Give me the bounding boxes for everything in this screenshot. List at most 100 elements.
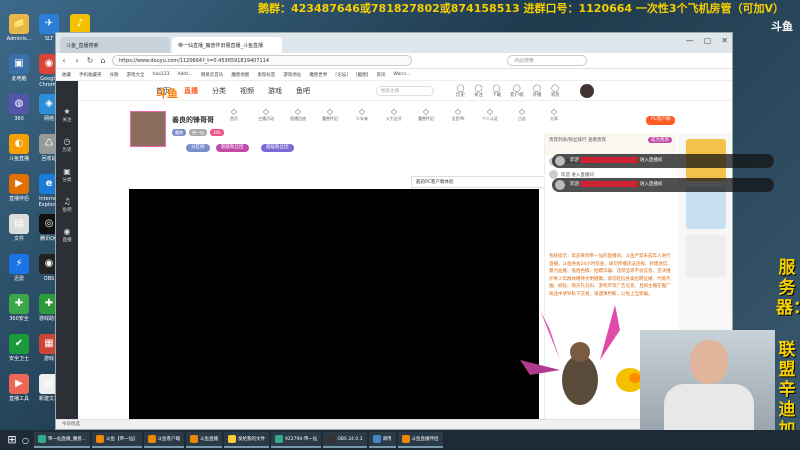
refresh-icon[interactable]: ↻: [86, 56, 94, 65]
search-icon[interactable]: ○: [22, 436, 32, 445]
desktop-icon[interactable]: ◍ 360: [2, 94, 36, 122]
bookmark-item[interactable]: 魔兽世界: [309, 72, 327, 78]
desktop-icon[interactable]: ▤ 文件: [2, 214, 36, 242]
url-input[interactable]: https://www.douyu.com/1120664?_t=0.45365…: [112, 55, 412, 66]
bookmark-item[interactable]: Warcr...: [393, 72, 410, 77]
site-search-input[interactable]: 搜索主播: [376, 85, 434, 96]
room-tool[interactable]: ◇ 分享: [543, 107, 565, 122]
header-icon[interactable]: ◯ 关注: [474, 84, 483, 98]
taskbar-item[interactable]: 发给我的文件: [224, 432, 270, 448]
sidebar-item[interactable]: ♫ 鱼吧: [56, 197, 78, 213]
browser-search-input[interactable]: 点此搜索: [507, 55, 587, 66]
ad-banner[interactable]: [686, 187, 726, 229]
sidebar-item[interactable]: ★ 关注: [56, 107, 78, 123]
taskbar-item[interactable]: OBS 24.0.3: [323, 432, 367, 448]
back-icon[interactable]: ‹: [60, 56, 68, 65]
header-icon[interactable]: ◯ 消息: [551, 84, 560, 98]
sidebar-icon: ◉: [63, 227, 71, 236]
desktop-icon[interactable]: 📁 Adminis...: [2, 14, 36, 42]
taskbar-item[interactable]: 斗鱼直播伴侣: [397, 432, 443, 448]
app-icon: ▤: [9, 214, 29, 234]
nav-item[interactable]: 分类: [212, 86, 226, 96]
desktop-icon[interactable]: ⚡ 迅雷: [2, 254, 36, 282]
room-tags: 魔兽 帝一仙 306: [172, 129, 224, 136]
room-tool[interactable]: ◇ 日志: [511, 107, 533, 122]
become-vip-button[interactable]: 成为贵宾: [648, 137, 672, 143]
room-tool[interactable]: ◇ 火力全开: [383, 107, 405, 122]
fan-club-pill-2[interactable]: 超级粉丝团: [261, 144, 294, 152]
room-tool[interactable]: ◇ 少年来: [351, 107, 373, 122]
douyu-logo[interactable]: 斗鱼: [156, 85, 178, 101]
taskbar-item[interactable]: 922790-帝一仙: [271, 432, 322, 448]
anchor-avatar[interactable]: [130, 111, 166, 147]
tab-live-room[interactable]: 帝一仙直播_魔兽怀旧服直播_斗鱼直播: [172, 37, 282, 53]
desktop-icon-label: 文件: [13, 236, 24, 242]
bookmark-item[interactable]: [截图]: [356, 72, 369, 78]
bookmark-item[interactable]: 游戏大全: [127, 72, 145, 78]
video-player[interactable]: [129, 189, 539, 421]
rank-pill[interactable]: 分区榜: [186, 144, 210, 152]
desktop-icon[interactable]: ✚ 360安全: [2, 294, 36, 322]
bookmark-item[interactable]: [论坛]: [335, 72, 348, 78]
ad-banner[interactable]: [686, 235, 726, 277]
windows-start-icon[interactable]: ⊞: [4, 432, 20, 448]
taskbar-label: 调用: [382, 437, 392, 442]
nav-item[interactable]: 鱼吧: [296, 86, 310, 96]
user-avatar[interactable]: [579, 83, 594, 98]
desktop-icon[interactable]: ▣ 此电脑: [2, 54, 36, 82]
taskbar-item[interactable]: 斗鱼【帝一仙】: [92, 432, 142, 448]
app-icon: [38, 435, 46, 443]
nav-item[interactable]: 视频: [240, 86, 254, 96]
taskbar-item[interactable]: 帝一仙直播_魔兽...: [34, 432, 91, 448]
room-tool[interactable]: ◇ 主播活动: [255, 107, 277, 122]
bookmark-item[interactable]: 手机收藏夹: [79, 72, 102, 78]
bookmark-item[interactable]: Adds...: [177, 72, 192, 77]
sidebar-item[interactable]: ◉ 直播: [56, 227, 78, 243]
header-icon[interactable]: ◯ 历史: [456, 84, 465, 98]
desktop-icon[interactable]: ▶ 直播工具: [2, 374, 36, 402]
bookmark-item[interactable]: 收藏: [62, 72, 71, 78]
header-icon[interactable]: ◯ 下载: [492, 84, 501, 98]
maximize-icon[interactable]: ▢: [704, 36, 712, 45]
room-tool[interactable]: ◇ 魔兽怀旧: [319, 107, 341, 122]
taskbar-label: 斗鱼【帝一仙】: [106, 437, 138, 442]
close-icon[interactable]: ✕: [721, 36, 728, 45]
room-tag[interactable]: 魔兽: [172, 129, 186, 136]
minimize-icon[interactable]: —: [686, 36, 694, 45]
pc-client-button[interactable]: PC客户端: [646, 116, 676, 125]
bookmark-item[interactable]: 魔兽地图: [231, 72, 249, 78]
sidebar-item[interactable]: ▣ 分类: [56, 167, 78, 183]
overlay-chat-2: 欢迎 进入直播间: [552, 178, 774, 192]
bookmark-item[interactable]: 游戏地址: [283, 72, 301, 78]
header-icon[interactable]: ◯ 开播: [533, 84, 542, 98]
taskbar-item[interactable]: 斗鱼客户端: [143, 432, 185, 448]
room-tool[interactable]: ◇ 直播回放: [287, 107, 309, 122]
room-tag[interactable]: 306: [210, 129, 224, 136]
desktop-icon[interactable]: ▶ 直播伴侣: [2, 174, 36, 202]
bookmark-item[interactable]: 网易云音乐: [201, 72, 224, 78]
bookmark-item[interactable]: hao123: [153, 72, 170, 77]
sidebar-item[interactable]: ◷ 历史: [56, 137, 78, 153]
nav-item[interactable]: 游戏: [268, 86, 282, 96]
header-icon[interactable]: ◯ 客户端: [510, 84, 524, 98]
nav-item[interactable]: 直播: [184, 86, 198, 96]
room-tool[interactable]: ◇ 首页: [223, 107, 245, 122]
taskbar-item[interactable]: 调用: [368, 432, 396, 448]
app-icon: ✔: [9, 334, 29, 354]
taskbar-item[interactable]: 斗鱼直播: [186, 432, 223, 448]
tab-douyu-search[interactable]: 斗鱼_直播搜索: [60, 37, 170, 53]
forward-icon[interactable]: ›: [73, 56, 81, 65]
bookmark-item[interactable]: 谷歌: [110, 72, 119, 78]
room-tool[interactable]: ◇ 个人认证: [479, 107, 501, 122]
fan-club-pill[interactable]: 超级粉丝团: [216, 144, 249, 152]
home-icon[interactable]: ⌂: [99, 56, 107, 65]
desktop-icon[interactable]: ✔ 安全卫士: [2, 334, 36, 362]
taskbar-label: 斗鱼客户端: [157, 437, 181, 442]
desktop-icon[interactable]: ◐ 斗鱼直播: [2, 134, 36, 162]
bookmark-item[interactable]: 发现标签: [257, 72, 275, 78]
system-notice: 系统提示：欢迎来到帝一仙的直播间，斗鱼严禁未成年人进行直播，斗鱼将会24小时巡查…: [549, 254, 672, 297]
room-tag[interactable]: 帝一仙: [189, 129, 207, 136]
room-tool[interactable]: ◇ 全民PK: [447, 107, 469, 122]
room-tool[interactable]: ◇ 魔兽怀旧: [415, 107, 437, 122]
bookmark-item[interactable]: 资讯: [376, 72, 385, 78]
